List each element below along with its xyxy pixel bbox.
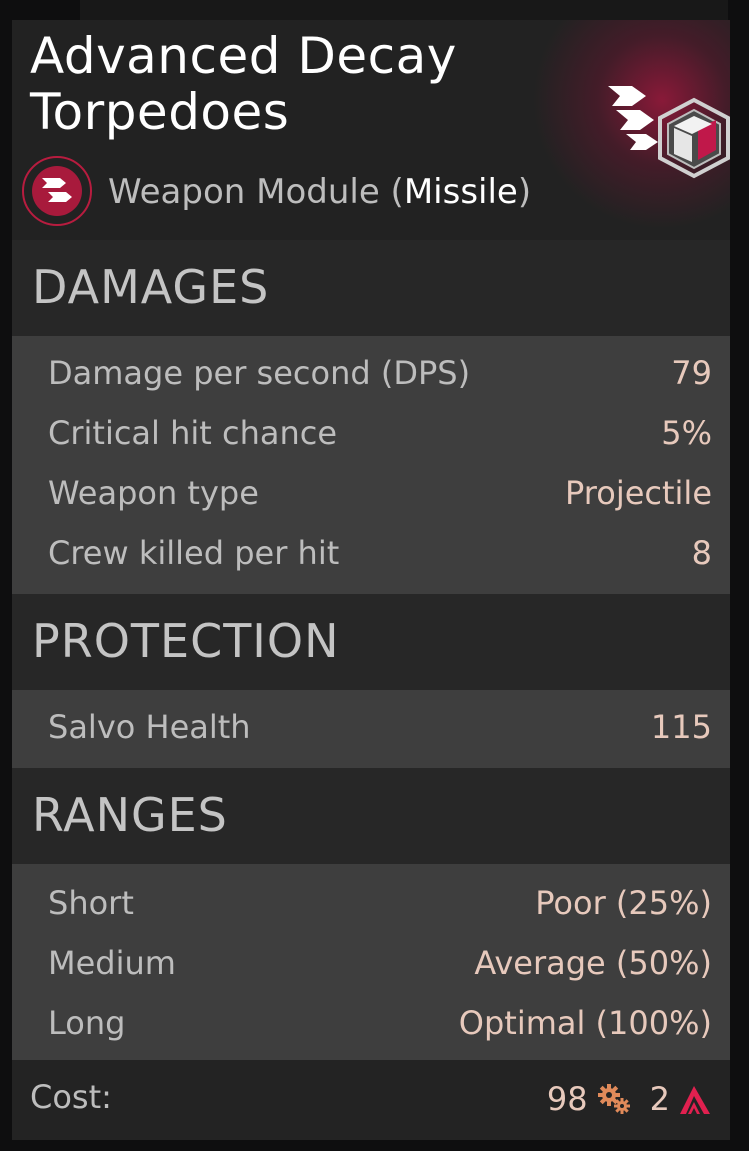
stat-label: Short [48, 884, 134, 922]
gear-cog-icon [597, 1084, 630, 1114]
stat-value: 5% [661, 414, 712, 452]
module-type-label: Weapon Module (Missile) [108, 172, 532, 212]
damages-title: DAMAGES [32, 260, 270, 314]
stat-row-salvo-health: Salvo Health 115 [12, 696, 730, 756]
stat-row-crew-killed: Crew killed per hit 8 [12, 522, 730, 582]
stat-value: Projectile [565, 474, 712, 512]
cost-label: Cost: [30, 1078, 112, 1116]
stat-label: Critical hit chance [48, 414, 338, 452]
crew-cost: 2 [649, 1080, 670, 1118]
stat-label: Weapon type [48, 474, 259, 512]
metal-cost: 98 [546, 1080, 588, 1118]
stat-label: Crew killed per hit [48, 534, 340, 572]
stat-label: Long [48, 1004, 126, 1042]
protection-title: PROTECTION [32, 614, 340, 668]
stat-value: Optimal (100%) [458, 1004, 712, 1042]
module-cube-icon [608, 86, 730, 179]
stat-value: Average (50%) [474, 944, 712, 982]
cost-values: 98 2 [547, 1076, 712, 1122]
stat-label: Salvo Health [48, 708, 251, 746]
damages-section-body: Damage per second (DPS) 79 Critical hit … [12, 336, 730, 594]
rank-chevron-icon [680, 1086, 710, 1114]
stat-row-range-medium: Medium Average (50%) [12, 932, 730, 992]
protection-section-body: Salvo Health 115 [12, 690, 730, 768]
missile-icon [42, 178, 72, 202]
stat-row-crit: Critical hit chance 5% [12, 402, 730, 462]
cost-footer: Cost: 98 2 [12, 1060, 730, 1140]
stat-value: 79 [671, 354, 712, 392]
stat-value: 8 [691, 534, 712, 572]
stat-row-weapon-type: Weapon type Projectile [12, 462, 730, 522]
protection-section-header: PROTECTION [12, 594, 730, 690]
top-edge-bar [80, 0, 728, 20]
weapon-category: Missile [403, 172, 518, 212]
ranges-title: RANGES [32, 788, 228, 842]
ranges-section-body: Short Poor (25%) Medium Average (50%) Lo… [12, 864, 730, 1060]
stat-value: 115 [650, 708, 712, 746]
stat-row-dps: Damage per second (DPS) 79 [12, 342, 730, 402]
module-title: Advanced Decay Torpedoes [30, 27, 457, 141]
stat-row-range-short: Short Poor (25%) [12, 872, 730, 932]
ranges-section-header: RANGES [12, 768, 730, 864]
missile-type-badge [22, 156, 92, 226]
stat-label: Medium [48, 944, 176, 982]
stat-row-range-long: Long Optimal (100%) [12, 992, 730, 1052]
stat-label: Damage per second (DPS) [48, 354, 471, 392]
module-header: Advanced Decay Torpedoes Weapon Module (… [12, 20, 730, 240]
module-tooltip-panel: Advanced Decay Torpedoes Weapon Module (… [12, 20, 730, 1140]
stat-value: Poor (25%) [535, 884, 712, 922]
module-type-row: Weapon Module (Missile) [22, 156, 642, 230]
damages-section-header: DAMAGES [12, 240, 730, 336]
